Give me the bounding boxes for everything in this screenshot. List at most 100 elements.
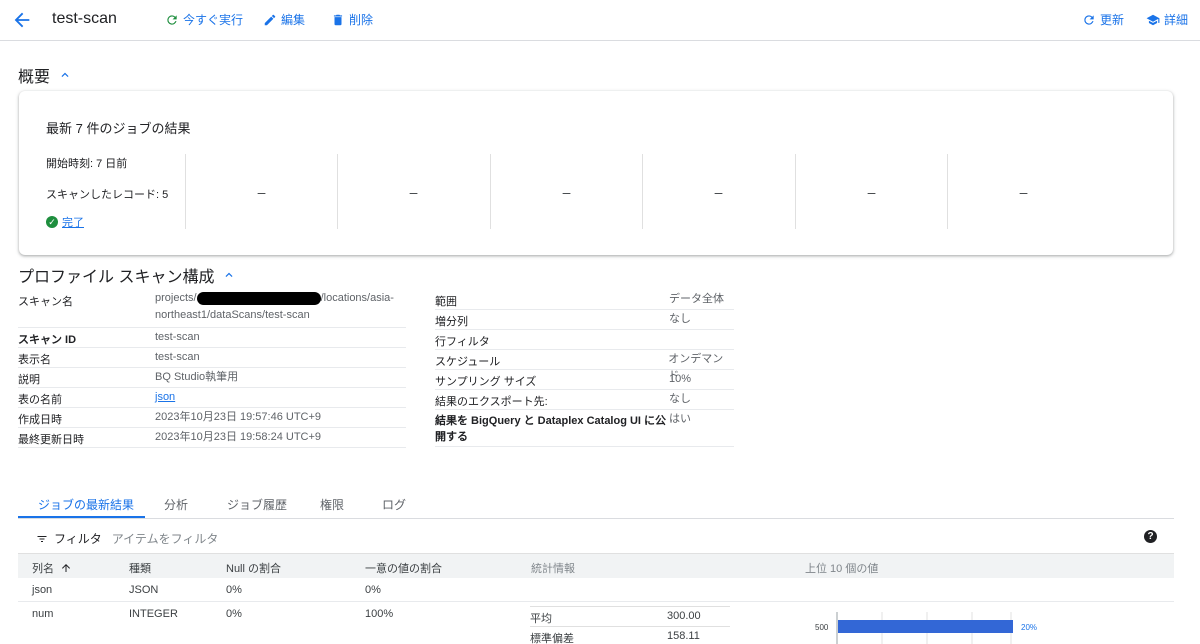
tab-logs[interactable]: ログ (382, 496, 406, 513)
stat-value: 300.00 (667, 610, 701, 622)
kv-key: 表示名 (18, 354, 51, 366)
filter-label: フィルタ (54, 532, 102, 546)
tab-job-history[interactable]: ジョブ履歴 (227, 496, 287, 513)
run-slot: – (642, 154, 794, 229)
cell-type: INTEGER (129, 608, 178, 620)
refresh-icon (1084, 14, 1094, 25)
top-values-chart: 500 20% (815, 612, 1037, 644)
cell-unique-ratio: 0% (365, 584, 381, 596)
active-tab-indicator (18, 516, 145, 518)
cell-null-ratio: 0% (226, 608, 242, 620)
kv-row: 表示名 test-scan (18, 348, 406, 368)
tab-latest-results[interactable]: ジョブの最新結果 (38, 496, 134, 513)
kv-row: スキャン ID test-scan (18, 328, 406, 348)
kv-row: 表の名前 json (18, 388, 406, 408)
kv-key: サンプリング サイズ (435, 376, 537, 388)
type-header[interactable]: 種類 (129, 560, 151, 576)
kv-key: 表の名前 (18, 394, 62, 406)
redacted-block (196, 291, 321, 305)
kv-key: 作成日時 (18, 414, 62, 426)
delete-button[interactable]: 削除 (331, 11, 373, 28)
run-slot: – (490, 154, 642, 229)
column-name-header[interactable]: 列名 (32, 560, 72, 576)
edit-label: 編集 (281, 13, 306, 27)
unique-ratio-header[interactable]: 一意の値の割合 (365, 560, 442, 576)
top-values-header: 上位 10 個の値 (805, 563, 879, 575)
table-row: json JSON 0% 0% (18, 578, 1174, 602)
arrow-up-icon (62, 564, 70, 572)
start-time: 開始時刻: 7 日前 (46, 158, 128, 170)
result-tabs: ジョブの最新結果 分析 ジョブ履歴 権限 ログ (18, 491, 1174, 519)
stat-row: 平均 300.00 (530, 606, 730, 626)
cell-column-name: json (32, 584, 53, 596)
kv-key: 範囲 (435, 296, 457, 308)
kv-row: 増分列 なし (435, 310, 734, 330)
run-now-button[interactable]: 今すぐ実行 (165, 11, 243, 28)
kv-row: 結果を BigQuery と Dataplex Catalog UI に公開する… (435, 410, 734, 447)
run-slot: – (795, 154, 947, 229)
run-slot: – (337, 154, 489, 229)
top-toolbar: test-scan 今すぐ実行 編集 削除 更新 詳細 (0, 0, 1200, 41)
kv-value: BQ Studio執筆用 (155, 371, 239, 383)
kv-value: データ全体 (669, 293, 724, 305)
overview-heading[interactable]: 概要 (18, 63, 72, 87)
kv-value: 2023年10月23日 19:57:46 UTC+9 (155, 411, 322, 423)
stat-label: 平均 (530, 613, 552, 625)
kv-value: はい (669, 413, 691, 425)
details-button[interactable]: 詳細 (1146, 11, 1188, 28)
table-name-link[interactable]: json (155, 391, 175, 403)
cell-null-ratio: 0% (226, 584, 242, 596)
null-ratio-header[interactable]: Null の割合 (226, 560, 281, 576)
chevron-up-icon (61, 72, 69, 77)
status-link[interactable]: 完了 (62, 214, 84, 230)
tab-analysis[interactable]: 分析 (164, 496, 188, 513)
cell-type: JSON (129, 584, 159, 596)
kv-key: 結果を BigQuery と Dataplex Catalog UI に公開する (435, 415, 667, 443)
run-slot: – (947, 154, 1099, 229)
scan-name-prefix: projects/ (155, 292, 197, 304)
table-header: 列名 種類 Null の割合 一意の値の割合 統計情報 上位 10 個の値 (18, 553, 1174, 578)
kv-row: スキャン名 projects//locations/asia-northeast… (18, 290, 406, 328)
refresh-play-icon (167, 14, 177, 25)
column-name-header-label: 列名 (32, 563, 54, 575)
pencil-icon (264, 14, 276, 25)
help-icon[interactable]: ? (1144, 530, 1157, 543)
kv-value: 10% (669, 373, 692, 385)
stat-value: 158.11 (667, 630, 700, 642)
check-circle-icon: ✓ (46, 216, 58, 228)
kv-row: 範囲 データ全体 (435, 290, 734, 310)
tab-permissions[interactable]: 権限 (320, 496, 344, 513)
records-scanned: スキャンしたレコード: 5 (46, 189, 169, 201)
details-label: 詳細 (1164, 13, 1189, 27)
delete-label: 削除 (349, 13, 374, 27)
kv-row: 説明 BQ Studio執筆用 (18, 368, 406, 388)
edit-button[interactable]: 編集 (263, 11, 305, 28)
kv-key: スキャン名 (18, 296, 73, 308)
page-title: test-scan (52, 10, 117, 27)
kv-row: 結果のエクスポート先: なし (435, 390, 734, 410)
back-arrow-icon[interactable] (11, 9, 33, 31)
stats-header: 統計情報 (531, 563, 575, 575)
kv-key: スキャン ID (18, 334, 77, 346)
filter-icon (37, 535, 47, 542)
kv-value: なし (669, 313, 691, 325)
filter-bar[interactable]: フィルタ アイテムをフィルタ (36, 530, 218, 547)
kv-key: 増分列 (435, 316, 468, 328)
school-icon (1146, 14, 1160, 25)
kv-key: スケジュール (435, 356, 501, 368)
config-right-table: 範囲 データ全体 増分列 なし 行フィルタ スケジュール オンデマンド サンプリ… (435, 290, 734, 450)
trash-icon (333, 14, 343, 25)
kv-row: サンプリング サイズ 10% (435, 370, 734, 390)
overview-heading-label: 概要 (18, 69, 51, 86)
config-heading-label: プロファイル スキャン構成 (18, 269, 215, 286)
kv-key: 説明 (18, 374, 40, 386)
bar-percent-label: 20% (1021, 623, 1037, 632)
stat-label: 標準偏差 (530, 633, 574, 644)
run-slot: – (185, 154, 337, 229)
top-value-bar (838, 620, 1013, 633)
refresh-button[interactable]: 更新 (1082, 11, 1124, 28)
filter-input[interactable]: アイテムをフィルタ (112, 530, 219, 547)
job-status[interactable]: ✓ 完了 (46, 214, 84, 230)
config-heading[interactable]: プロファイル スキャン構成 (18, 263, 236, 287)
chevron-up-icon (225, 272, 233, 277)
